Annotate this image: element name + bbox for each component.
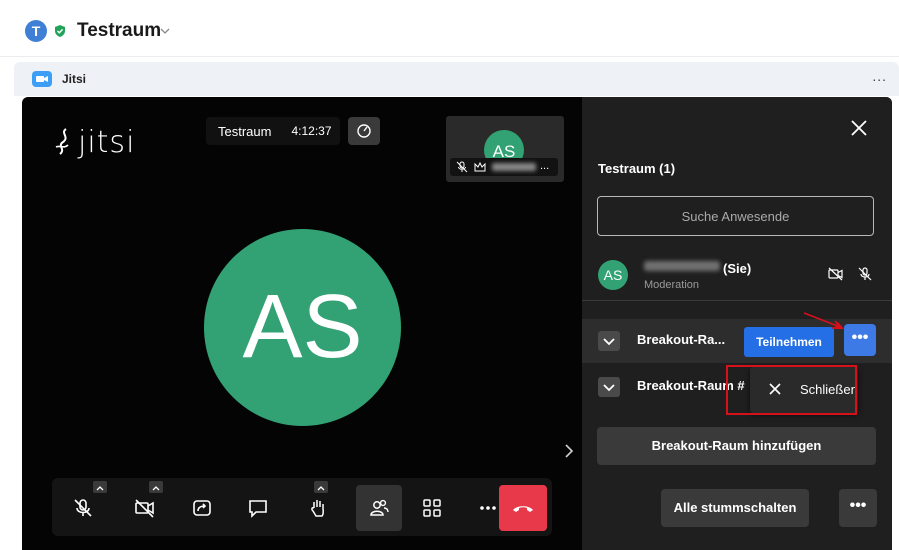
search-participants-input[interactable]: Suche Anwesende — [597, 196, 874, 236]
grid-icon — [423, 499, 441, 517]
gauge-icon — [357, 124, 371, 138]
reactions-options-caret[interactable] — [314, 481, 328, 493]
call-timer: 4:12:37 — [291, 124, 332, 138]
chat-button[interactable] — [235, 485, 281, 531]
camera-off-icon — [135, 499, 154, 518]
participants-button[interactable] — [356, 485, 402, 531]
call-toolbar — [52, 478, 552, 536]
chevron-right-icon[interactable] — [563, 441, 575, 461]
more-dots-icon — [480, 506, 496, 510]
participant-status-icons — [828, 267, 872, 286]
chat-icon — [249, 500, 267, 518]
panel-heading: Testraum (1) — [598, 161, 676, 176]
chevron-up-icon — [96, 486, 104, 491]
annotation-arrow-icon — [803, 312, 844, 329]
tile-view-button[interactable] — [409, 485, 455, 531]
close-icon[interactable] — [848, 117, 870, 139]
chevron-up-icon — [317, 486, 325, 491]
hangup-phone-icon — [513, 506, 533, 512]
widget-header: Jitsi ... — [14, 62, 899, 96]
jitsi-frame: jitsi Testraum 4:12:37 AS ... AS Testrau… — [22, 97, 892, 550]
participant-row[interactable]: AS (Sie) Moderation — [582, 247, 892, 299]
connection-speed-button[interactable] — [348, 117, 380, 145]
main-speaker-avatar: AS — [204, 229, 401, 426]
thumbnail-status-bar: ... — [450, 158, 558, 176]
participant-avatar: AS — [598, 260, 628, 290]
video-camera-icon — [32, 71, 52, 87]
chevron-up-icon — [152, 486, 160, 491]
widget-title: Jitsi — [62, 72, 87, 86]
participant-name-blurred — [644, 261, 720, 271]
annotation-highlight-box — [726, 365, 857, 415]
thumbnail-name-blurred — [492, 163, 536, 171]
chevron-down-icon — [603, 338, 615, 346]
chevron-down-icon — [603, 384, 615, 392]
participant-thumbnail[interactable]: AS ... — [446, 116, 564, 182]
mic-muted-icon — [859, 267, 872, 281]
screenshare-icon — [193, 500, 211, 516]
camera-options-caret[interactable] — [149, 481, 163, 493]
jitsi-logo-icon — [55, 128, 69, 155]
jitsi-logo-text: jitsi — [78, 125, 136, 160]
app-header: T Testraum — [0, 0, 899, 57]
add-breakout-room-button[interactable]: Breakout-Raum hinzufügen — [597, 427, 876, 465]
mic-muted-icon — [74, 499, 92, 517]
room-info-pill: Testraum 4:12:37 — [206, 117, 340, 145]
room-title[interactable]: Testraum — [77, 20, 161, 42]
call-room-name: Testraum — [218, 123, 272, 139]
expand-toggle[interactable] — [598, 331, 620, 351]
chevron-down-icon[interactable] — [158, 24, 172, 38]
breakout-room-name: Breakout-Ra... — [637, 332, 726, 347]
microphone-options-caret[interactable] — [93, 481, 107, 493]
mic-muted-icon — [456, 161, 468, 173]
moderator-crown-icon — [474, 161, 486, 172]
panel-divider — [582, 300, 892, 301]
widget-menu-button[interactable]: ... — [872, 68, 887, 84]
participant-role: Moderation — [644, 279, 700, 291]
participants-icon — [370, 499, 389, 516]
participant-you-label: (Sie) — [723, 261, 752, 276]
thumbnail-name-suffix: ... — [540, 160, 550, 172]
expand-toggle[interactable] — [598, 377, 620, 397]
screenshare-button[interactable] — [179, 485, 225, 531]
shield-check-icon — [55, 25, 65, 37]
camera-off-icon — [828, 267, 843, 281]
hangup-button[interactable] — [499, 485, 547, 531]
panel-more-button[interactable]: ••• — [839, 489, 877, 527]
room-avatar[interactable]: T — [25, 20, 47, 42]
raise-hand-icon — [311, 500, 324, 517]
mute-all-button[interactable]: Alle stummschalten — [661, 489, 809, 527]
